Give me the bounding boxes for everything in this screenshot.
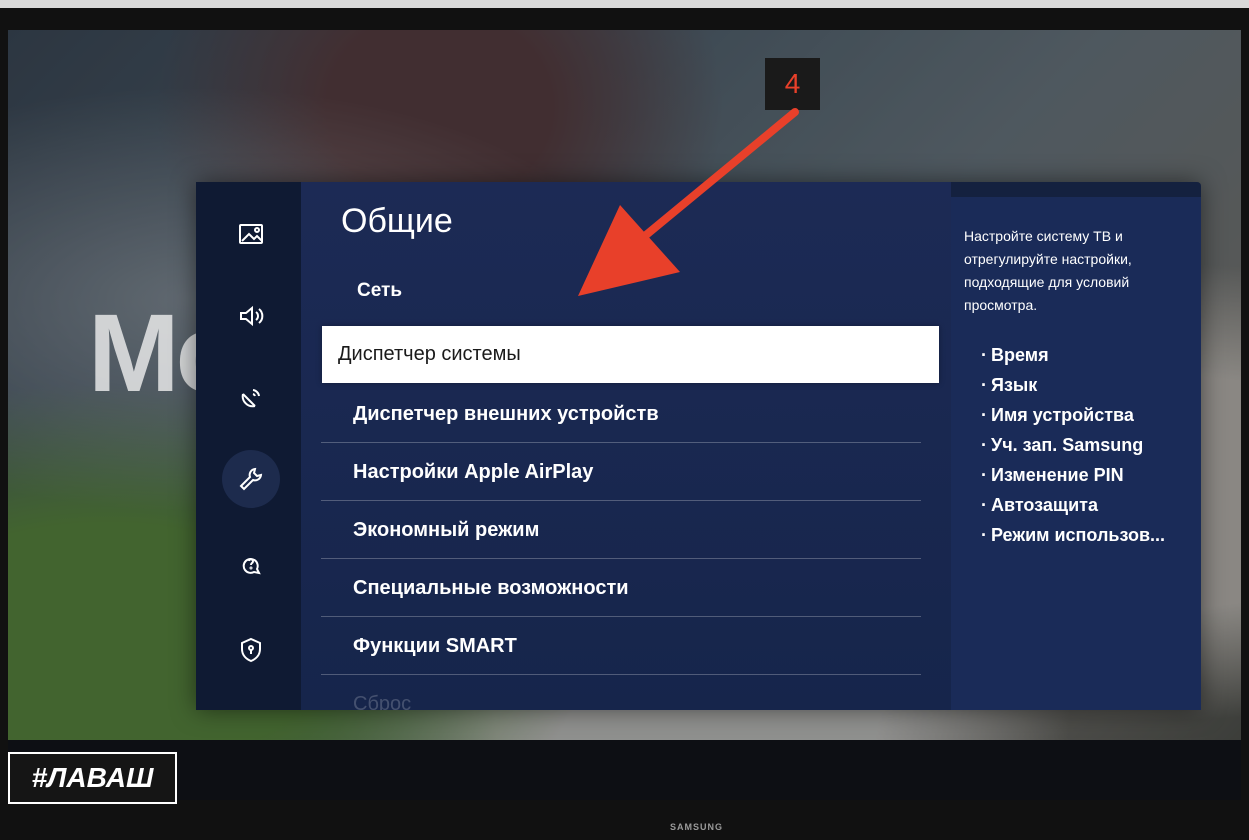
menu-item-external-devices[interactable]: Диспетчер внешних устройств xyxy=(321,386,921,443)
page-title: Общие xyxy=(341,202,453,240)
wrench-icon[interactable] xyxy=(222,450,280,508)
privacy-shield-icon[interactable] xyxy=(229,628,273,672)
info-bullet: Автозащита xyxy=(981,490,1165,520)
info-bullet: Имя устройства xyxy=(981,400,1165,430)
lavash-logo: #ЛАВАШ xyxy=(8,752,177,804)
menu-item-system-manager[interactable]: Диспетчер системы xyxy=(322,326,939,383)
info-bullet: Время xyxy=(981,340,1165,370)
broadcast-icon[interactable] xyxy=(229,376,273,420)
settings-sidebar xyxy=(196,182,301,710)
info-bullet: Изменение PIN xyxy=(981,460,1165,490)
tv-brand-label: SAMSUNG xyxy=(670,822,724,832)
tv-frame: Mc Общие Сеть Диспетчер системы Диспетче… xyxy=(0,0,1249,840)
support-icon[interactable] xyxy=(229,542,273,586)
picture-icon[interactable] xyxy=(229,212,273,256)
info-bullet: Режим использов... xyxy=(981,520,1165,550)
menu-item-eco-mode[interactable]: Экономный режим xyxy=(321,502,921,559)
menu-item-accessibility[interactable]: Специальные возможности xyxy=(321,560,921,617)
menu-item-airplay[interactable]: Настройки Apple AirPlay xyxy=(321,444,921,501)
info-bullet: Уч. зап. Samsung xyxy=(981,430,1165,460)
step-badge: 4 xyxy=(765,58,820,110)
settings-panel: Общие Сеть Диспетчер системы Диспетчер в… xyxy=(196,182,1201,710)
info-bullet: Язык xyxy=(981,370,1165,400)
menu-item-smart-features[interactable]: Функции SMART xyxy=(321,618,921,675)
settings-content: Общие Сеть Диспетчер системы Диспетчер в… xyxy=(301,182,951,710)
menu-item-network[interactable]: Сеть xyxy=(357,280,402,302)
info-description: Настройте систему ТВ и отрегулируйте нас… xyxy=(964,228,1132,313)
info-panel: Настройте систему ТВ и отрегулируйте нас… xyxy=(951,197,1201,710)
menu-item-reset[interactable]: Сброс xyxy=(321,676,921,710)
info-bullet-list: Время Язык Имя устройства Уч. зап. Samsu… xyxy=(981,340,1165,550)
bottom-bar xyxy=(8,740,1241,800)
sound-icon[interactable] xyxy=(229,294,273,338)
tv-screen: Mc Общие Сеть Диспетчер системы Диспетче… xyxy=(8,30,1241,800)
